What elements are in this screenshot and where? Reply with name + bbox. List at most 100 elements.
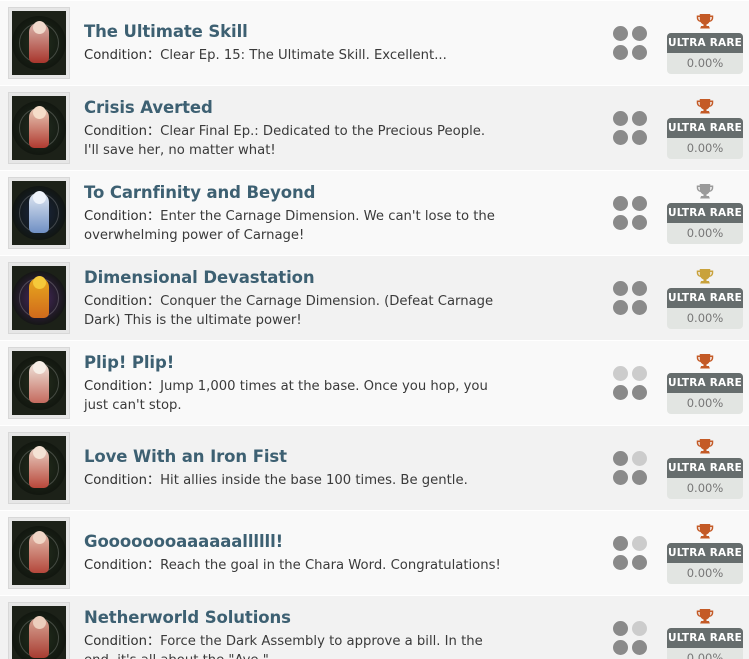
rarity-column: ULTRA RARE 0.00%: [667, 608, 743, 659]
achievement-title[interactable]: Goooooooaaaaaallllll!: [84, 531, 603, 553]
progress-dot: [613, 215, 628, 230]
progress-dot: [632, 26, 647, 41]
rarity-badge[interactable]: ULTRA RARE 0.00%: [667, 202, 743, 244]
achievement-thumbnail[interactable]: [8, 347, 70, 419]
rarity-badge[interactable]: ULTRA RARE 0.00%: [667, 372, 743, 414]
silver-trophy-icon: [696, 183, 714, 200]
achievement-thumbnail[interactable]: [8, 92, 70, 164]
achievement-title[interactable]: Plip! Plip!: [84, 352, 603, 374]
condition-label: Condition：: [84, 293, 161, 309]
achievement-thumbnail[interactable]: [8, 432, 70, 504]
progress-dot: [632, 45, 647, 60]
rarity-column: ULTRA RARE 0.00%: [667, 98, 743, 159]
achievement-text: Crisis Averted Condition：Clear Final Ep.:…: [70, 97, 613, 160]
achievement-condition: Condition：Hit allies inside the base 100…: [84, 471, 504, 490]
bronze-trophy-icon: [696, 438, 714, 455]
achievement-title[interactable]: Love With an Iron Fist: [84, 446, 603, 468]
condition-text: Hit allies inside the base 100 times. Be…: [160, 473, 468, 488]
rarity-column: ULTRA RARE 0.00%: [667, 353, 743, 414]
condition-label: Condition：: [84, 473, 161, 488]
gold-trophy-icon: [696, 268, 714, 285]
character-portrait: [12, 436, 66, 500]
achievement-condition: Condition：Jump 1,000 times at the base. …: [84, 377, 504, 415]
rarity-percent: 0.00%: [686, 395, 724, 410]
rarity-label: ULTRA RARE: [667, 32, 743, 53]
progress-dot: [613, 470, 628, 485]
condition-label: Condition：: [84, 48, 161, 63]
achievement-thumbnail[interactable]: [8, 602, 70, 659]
progress-dot: [632, 621, 647, 636]
rarity-column: ULTRA RARE 0.00%: [667, 268, 743, 329]
progress-dot: [613, 130, 628, 145]
progress-dot-grid: [613, 281, 653, 315]
achievement-text: Netherworld Solutions Condition：Force the…: [70, 607, 613, 659]
character-portrait: [12, 606, 66, 659]
progress-dot: [632, 536, 647, 551]
progress-dot: [632, 555, 647, 570]
progress-dot: [632, 196, 647, 211]
progress-dot: [613, 640, 628, 655]
rarity-label: ULTRA RARE: [667, 117, 743, 138]
rarity-percent: 0.00%: [686, 310, 724, 325]
achievement-condition: Condition：Enter the Carnage Dimension. W…: [84, 207, 504, 245]
character-portrait: [12, 181, 66, 245]
progress-dot: [632, 640, 647, 655]
condition-label: Condition：: [84, 123, 161, 139]
achievement-title[interactable]: Dimensional Devastation: [84, 267, 603, 289]
condition-label: Condition：: [84, 378, 161, 394]
rarity-badge[interactable]: ULTRA RARE 0.00%: [667, 457, 743, 499]
character-portrait: [12, 266, 66, 330]
achievement-thumbnail[interactable]: [8, 262, 70, 334]
bronze-trophy-icon: [696, 353, 714, 370]
rarity-badge[interactable]: ULTRA RARE 0.00%: [667, 287, 743, 329]
progress-dot: [632, 111, 647, 126]
achievement-row[interactable]: The Ultimate Skill Condition：Clear Ep. 15…: [0, 0, 749, 85]
achievement-title[interactable]: The Ultimate Skill: [84, 21, 603, 43]
rarity-badge[interactable]: ULTRA RARE 0.00%: [667, 117, 743, 159]
achievement-row[interactable]: Crisis Averted Condition：Clear Final Ep.:…: [0, 85, 749, 170]
progress-dot: [613, 196, 628, 211]
rarity-percent: 0.00%: [686, 650, 724, 659]
rarity-column: ULTRA RARE 0.00%: [667, 438, 743, 499]
bronze-trophy-icon: [696, 523, 714, 540]
progress-dot: [613, 111, 628, 126]
progress-dot: [613, 555, 628, 570]
condition-label: Condition：: [84, 558, 161, 573]
character-portrait: [12, 351, 66, 415]
achievement-title[interactable]: Netherworld Solutions: [84, 607, 603, 629]
achievement-row[interactable]: To Carnfinity and Beyond Condition：Enter …: [0, 170, 749, 255]
achievement-text: To Carnfinity and Beyond Condition：Enter …: [70, 182, 613, 245]
achievement-row[interactable]: Love With an Iron Fist Condition：Hit alli…: [0, 425, 749, 510]
achievement-condition: Condition：Conquer the Carnage Dimension.…: [84, 292, 504, 330]
rarity-label: ULTRA RARE: [667, 372, 743, 393]
achievement-row[interactable]: Netherworld Solutions Condition：Force the…: [0, 595, 749, 659]
progress-dot: [613, 300, 628, 315]
achievement-row[interactable]: Plip! Plip! Condition：Jump 1,000 times at…: [0, 340, 749, 425]
progress-dot: [613, 621, 628, 636]
achievement-row[interactable]: Goooooooaaaaaallllll! Condition：Reach the…: [0, 510, 749, 595]
achievement-title[interactable]: To Carnfinity and Beyond: [84, 182, 603, 204]
progress-dot-grid: [613, 111, 653, 145]
achievement-text: Dimensional Devastation Condition：Conquer…: [70, 267, 613, 330]
progress-dot: [632, 366, 647, 381]
rarity-badge[interactable]: ULTRA RARE 0.00%: [667, 542, 743, 584]
progress-dot: [613, 451, 628, 466]
rarity-badge[interactable]: ULTRA RARE 0.00%: [667, 32, 743, 74]
progress-dot: [613, 366, 628, 381]
condition-label: Condition：: [84, 633, 161, 649]
rarity-label: ULTRA RARE: [667, 202, 743, 223]
character-portrait: [12, 96, 66, 160]
achievement-thumbnail[interactable]: [8, 177, 70, 249]
rarity-label: ULTRA RARE: [667, 627, 743, 648]
progress-dot: [632, 300, 647, 315]
rarity-badge[interactable]: ULTRA RARE 0.00%: [667, 627, 743, 659]
rarity-column: ULTRA RARE 0.00%: [667, 523, 743, 584]
progress-dot-grid: [613, 196, 653, 230]
achievement-title[interactable]: Crisis Averted: [84, 97, 603, 119]
bronze-trophy-icon: [696, 13, 714, 30]
achievement-row[interactable]: Dimensional Devastation Condition：Conquer…: [0, 255, 749, 340]
achievement-text: Plip! Plip! Condition：Jump 1,000 times at…: [70, 352, 613, 415]
achievement-thumbnail[interactable]: [8, 517, 70, 589]
rarity-percent: 0.00%: [686, 225, 724, 240]
achievement-thumbnail[interactable]: [8, 7, 70, 79]
